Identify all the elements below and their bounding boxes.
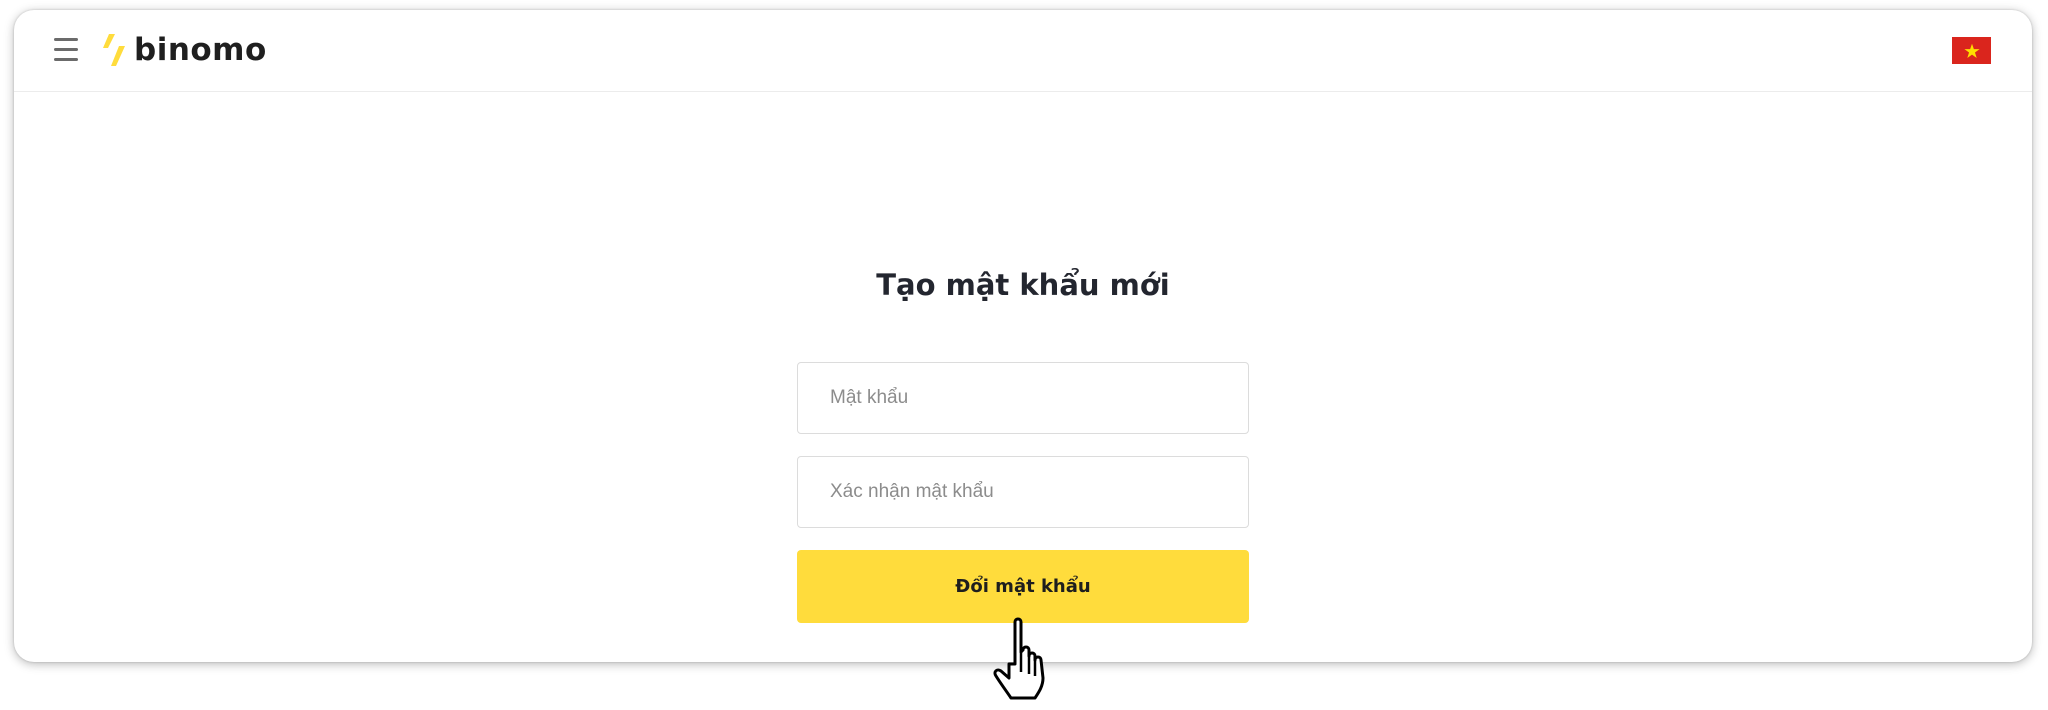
flag-star-icon — [1963, 43, 1980, 58]
screen: binomo Tạo mật khẩu mới Đổi mật khẩu — [0, 0, 2048, 710]
page-title: Tạo mật khẩu mới — [876, 268, 1170, 302]
top-header: binomo — [14, 10, 2032, 92]
vietnam-flag-icon[interactable] — [1952, 37, 1991, 64]
change-password-button[interactable]: Đổi mật khẩu — [797, 550, 1249, 623]
password-input[interactable] — [798, 363, 1248, 433]
app-window: binomo Tạo mật khẩu mới Đổi mật khẩu — [14, 10, 2032, 662]
hand-pointer-cursor-icon — [993, 617, 1045, 700]
logo-bolt-icon — [103, 34, 125, 66]
password-field — [797, 362, 1249, 434]
binomo-logo[interactable]: binomo — [102, 30, 267, 70]
confirm-password-field — [797, 456, 1249, 528]
logo-text: binomo — [134, 32, 267, 68]
confirm-password-input[interactable] — [798, 457, 1248, 527]
hamburger-menu-icon[interactable] — [52, 36, 80, 64]
